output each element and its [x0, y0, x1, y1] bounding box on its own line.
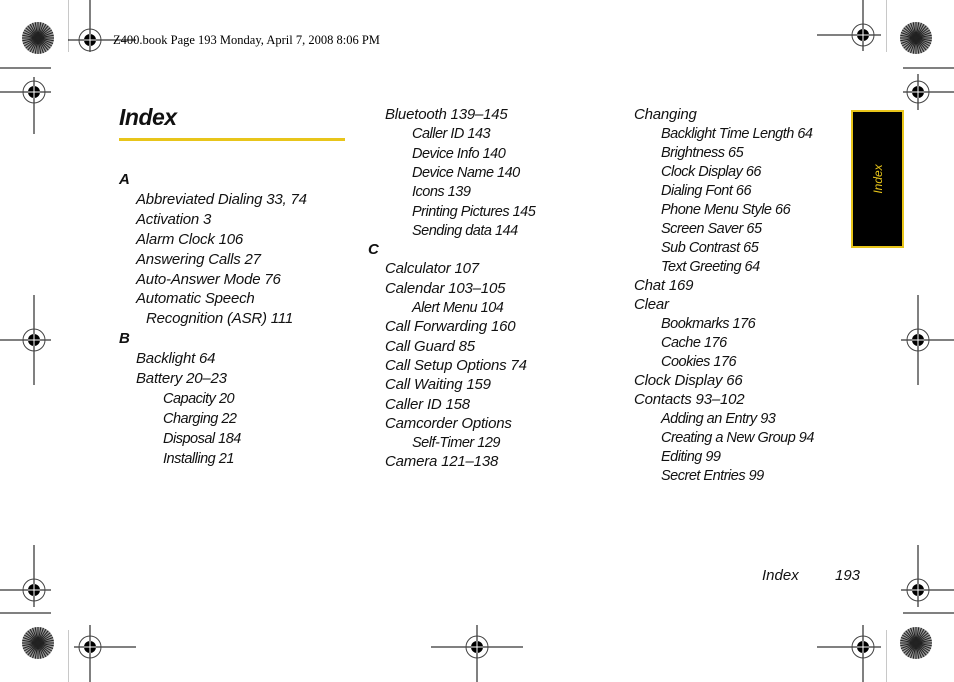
crop-lines	[0, 67, 954, 614]
color-registration-target-icon	[900, 627, 932, 659]
color-registration-target-icon	[22, 627, 54, 659]
color-registration-target-icon	[22, 22, 54, 54]
color-registration-target-icon	[900, 22, 932, 54]
